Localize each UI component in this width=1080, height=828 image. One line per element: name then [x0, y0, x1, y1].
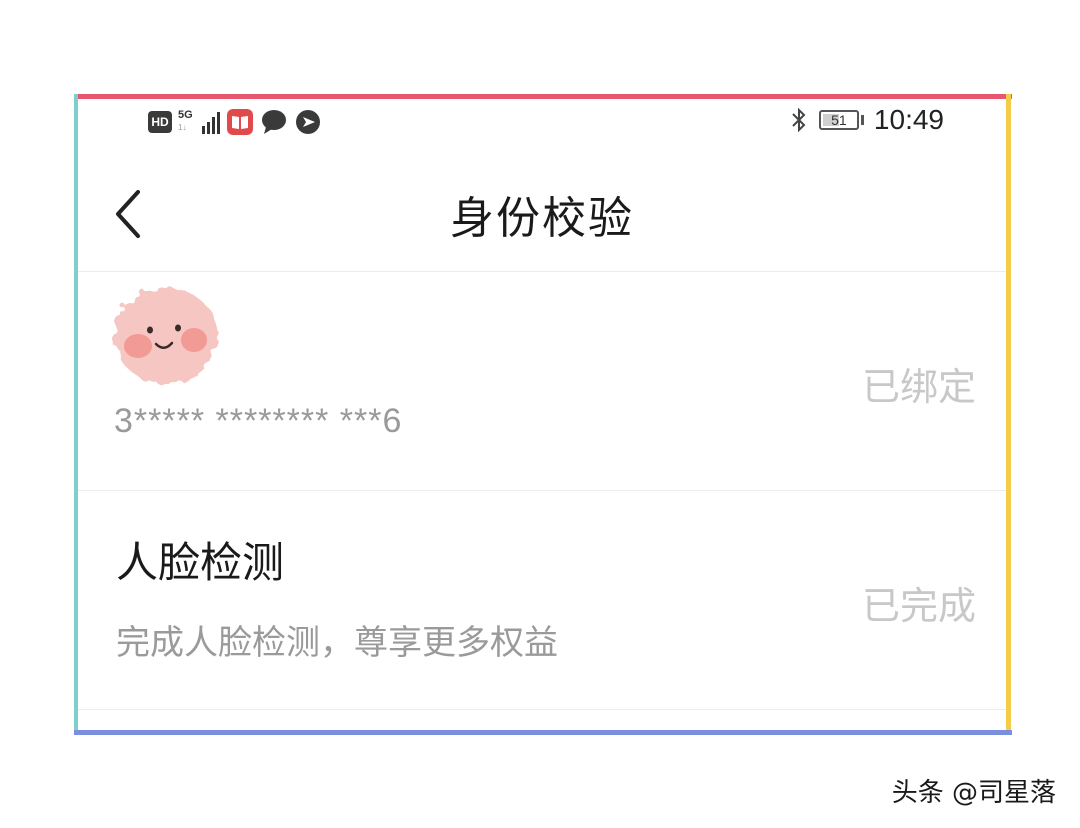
book-app-icon [227, 109, 253, 135]
status-bar-left: HD 5G 1↓ [148, 108, 322, 136]
masked-id-number: 3***** ******** ***6 [114, 402, 403, 440]
clock: 10:49 [873, 104, 944, 135]
frame-border-bottom [74, 730, 1012, 735]
face-detection-subtitle: 完成人脸检测，尊享更多权益 [116, 623, 558, 663]
page-title: 身份校验 [450, 193, 634, 244]
bind-status: 已绑定 [861, 365, 976, 409]
battery-level: 51 [831, 112, 847, 128]
battery-tip [860, 115, 864, 125]
network-type-label: 5G [178, 109, 193, 121]
face-detection-status: 已完成 [861, 584, 976, 628]
watermark: 头条 @司星落 [891, 778, 1056, 808]
frame-border-top [74, 94, 1012, 99]
network-type-icon: 5G 1↓ [178, 109, 196, 135]
bluetooth-icon [792, 107, 806, 133]
network-activity-label: 1↓ [178, 123, 187, 132]
hd-icon: HD [148, 111, 172, 133]
divider [78, 709, 1006, 710]
battery-icon: 51 [818, 110, 859, 130]
face-detection-title: 人脸检测 [116, 538, 285, 587]
status-bar-right: 51 10:49 [789, 104, 944, 136]
frame-border-right [1006, 94, 1011, 734]
location-app-icon [296, 110, 320, 134]
avatar [114, 288, 218, 384]
signal-icon [202, 110, 220, 134]
status-bar: HD 5G 1↓ 51 10:49 [78, 100, 1006, 146]
message-icon [262, 110, 286, 134]
face-detection-row[interactable]: 人脸检测 完成人脸检测，尊享更多权益 已完成 [78, 491, 1006, 709]
bound-id-row[interactable]: 3***** ******** ***6 已绑定 [78, 272, 1006, 490]
navigation-bar: 身份校验 [78, 150, 1006, 272]
